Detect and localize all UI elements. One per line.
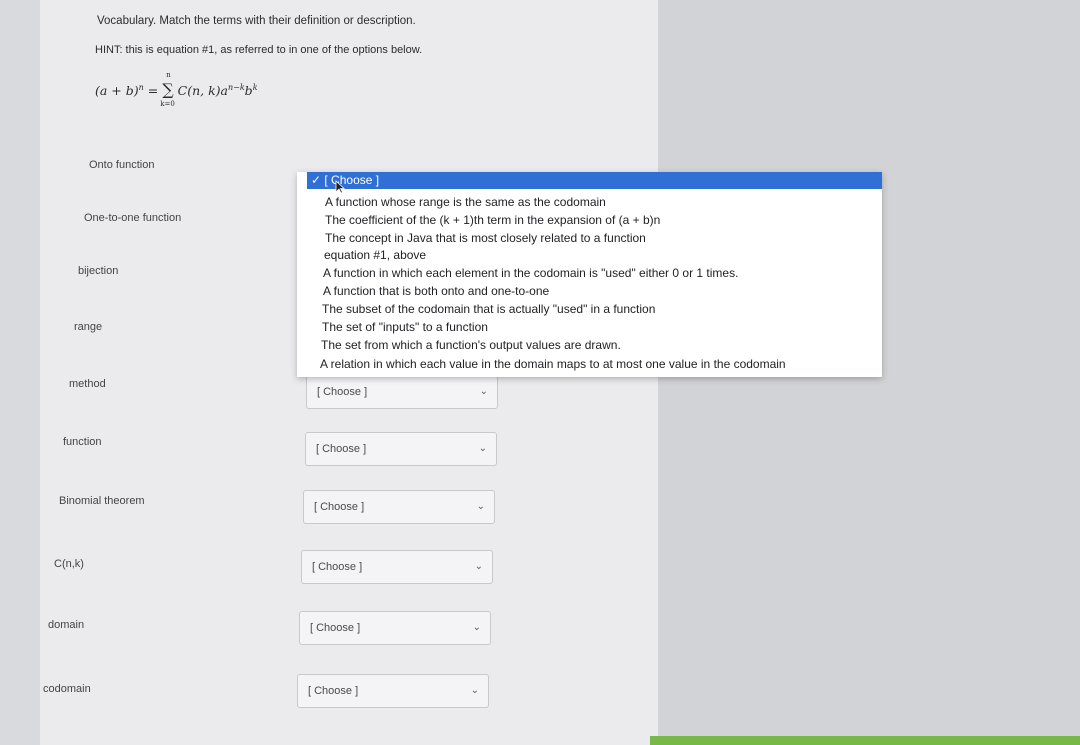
answer-select-method[interactable]: [ Choose ] ⌄ [306,375,498,409]
answer-select-codomain[interactable]: [ Choose ] ⌄ [297,674,489,708]
answer-select-binomial-theorem[interactable]: [ Choose ] ⌄ [303,490,495,524]
dropdown-option[interactable]: A function whose range is the same as th… [325,195,606,209]
answer-select-function[interactable]: [ Choose ] ⌄ [305,432,497,466]
term-label: Onto function [89,159,155,171]
dropdown-option[interactable]: The coefficient of the (k + 1)th term in… [325,213,660,227]
question-instructions: Vocabulary. Match the terms with their d… [97,15,416,27]
term-label: Binomial theorem [59,495,145,507]
dropdown-option[interactable]: equation #1, above [324,248,426,262]
equation-term-exponent-b: k [252,82,258,92]
mouse-cursor-icon [335,180,345,194]
sigma-glyph: ∑ [162,80,174,99]
footer-accent-bar [650,736,1080,745]
term-label: domain [48,619,85,631]
dropdown-option[interactable]: The subset of the codomain that is actua… [322,302,655,316]
term-label: function [63,436,102,448]
equation-term-exponent-a: n−k [227,82,245,92]
equation-lhs: (a + b) [95,83,139,98]
term-label: method [69,378,106,390]
dropdown-option[interactable]: A function in which each element in the … [323,266,738,280]
select-value: [ Choose ] [316,443,367,455]
dropdown-option[interactable]: The set of "inputs" to a function [322,320,488,334]
dropdown-list[interactable]: ✓ [ Choose ] A function whose range is t… [297,172,882,377]
dropdown-option[interactable]: The set from which a function's output v… [321,338,621,352]
term-label: One-to-one function [84,212,182,224]
answer-select-domain[interactable]: [ Choose ] ⌄ [299,611,491,645]
chevron-down-icon: ⌄ [472,622,481,633]
select-value: [ Choose ] [310,622,361,634]
chevron-down-icon: ⌄ [476,501,485,512]
dropdown-option[interactable]: A relation in which each value in the do… [320,357,786,371]
equation-equals: = [143,83,163,98]
dropdown-option-label: ✓ [ Choose ] [311,173,380,187]
select-value: [ Choose ] [314,501,365,513]
sum-symbol: n ∑ k=0 [160,71,175,108]
dropdown-option[interactable]: A function that is both onto and one-to-… [323,284,549,298]
chevron-down-icon: ⌄ [478,443,487,454]
dropdown-option-selected[interactable]: ✓ [ Choose ] [307,172,882,189]
chevron-down-icon: ⌄ [474,561,483,572]
select-value: [ Choose ] [312,561,363,573]
equation-term-b: b [244,83,253,98]
term-label: range [74,321,103,333]
chevron-down-icon: ⌄ [479,386,488,397]
equation-term: C(n, k)a [177,83,228,98]
term-label: codomain [43,683,91,695]
sum-upper-limit: n [166,71,171,79]
binomial-equation: (a + b) n = n ∑ k=0 C(n, k)an−kbk [95,71,258,108]
select-value: [ Choose ] [317,386,368,398]
term-label: bijection [78,265,119,277]
answer-select-cnk[interactable]: [ Choose ] ⌄ [301,550,493,584]
question-hint: HINT: this is equation #1, as referred t… [95,44,423,56]
chevron-down-icon: ⌄ [470,685,479,696]
sum-lower-limit: k=0 [160,100,175,108]
select-value: [ Choose ] [308,685,359,697]
dropdown-option[interactable]: The concept in Java that is most closely… [325,231,646,245]
term-label: C(n,k) [54,558,84,570]
